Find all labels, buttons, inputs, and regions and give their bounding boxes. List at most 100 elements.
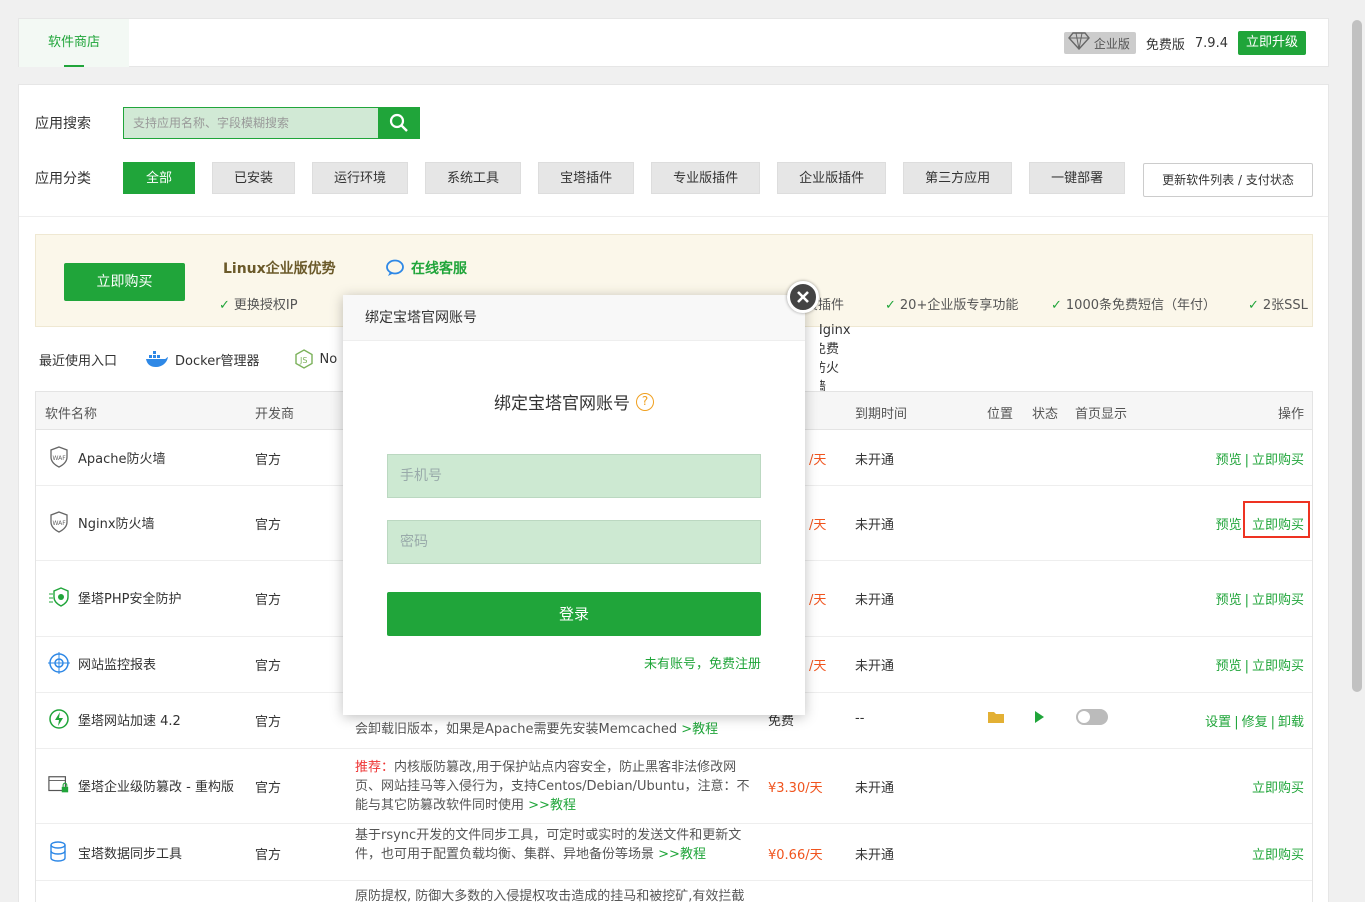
category-all[interactable]: 全部 — [123, 162, 196, 194]
enterprise-badge[interactable]: 企业版 — [1063, 32, 1136, 54]
tutorial-link[interactable]: >>教程 — [528, 798, 576, 813]
category-tabs: 全部 已安装 运行环境 系统工具 宝塔插件 专业版插件 企业版插件 第三方应用 … — [123, 162, 1142, 194]
repair-link[interactable]: 修复 — [1242, 715, 1268, 730]
nodejs-icon: JS — [294, 349, 313, 369]
uninstall-link[interactable]: 卸载 — [1278, 715, 1304, 730]
recent-entries: 最近使用入口 Docker管理器 JS No Nginx免费防火墙 — [39, 323, 851, 395]
price: /天 — [809, 593, 827, 608]
row-actions: 设置 | 修复 | 卸载 — [1205, 715, 1304, 730]
search-button[interactable] — [378, 107, 420, 139]
search-input[interactable]: 支持应用名称、字段模糊搜索 — [123, 107, 378, 139]
preview-link[interactable]: 预览 — [1216, 659, 1242, 674]
recent-item-nginx-free-firewall[interactable]: Nginx免费防火墙 — [820, 323, 851, 395]
tutorial-link[interactable]: >>教程 — [658, 847, 706, 862]
upgrade-button[interactable]: 立即升级 — [1237, 31, 1306, 55]
close-button[interactable] — [787, 281, 819, 313]
expire-time: 未开通 — [855, 518, 895, 533]
category-pro-plugins[interactable]: 专业版插件 — [651, 162, 761, 194]
recent-item-docker[interactable]: Docker管理器 — [145, 350, 260, 369]
category-bt-plugins[interactable]: 宝塔插件 — [538, 162, 635, 194]
tutorial-link[interactable]: >教程 — [681, 722, 718, 737]
table-row: 原防提权, 防御大多数的入侵提权攻击造成的挂马和被挖矿,有效拦截 — [36, 881, 1312, 902]
password-input[interactable]: 密码 — [387, 520, 761, 564]
header-status: 状态 — [1032, 407, 1059, 422]
buy-link[interactable]: 立即购买 — [1252, 659, 1304, 674]
category-one-click-deploy[interactable]: 一键部署 — [1029, 162, 1126, 194]
check-icon: ✓ — [219, 298, 230, 313]
header-actions: 操作 — [1277, 407, 1304, 422]
tab-software-store[interactable]: 软件商店 — [19, 19, 129, 67]
home-display-toggle[interactable] — [1076, 709, 1108, 725]
docker-icon — [146, 351, 169, 367]
folder-icon[interactable] — [987, 709, 1005, 729]
web-lock-icon — [48, 774, 70, 796]
chat-icon — [386, 259, 404, 276]
settings-link[interactable]: 设置 — [1205, 715, 1231, 730]
scrollbar[interactable] — [1349, 0, 1365, 902]
waf-shield-icon: WAF — [48, 446, 70, 468]
lightning-icon — [48, 708, 70, 730]
expire-time: 未开通 — [855, 593, 895, 608]
developer: 官方 — [255, 781, 282, 796]
row-actions: 立即购买 — [1252, 844, 1304, 863]
software-name: 堡塔网站加速 4.2 — [78, 713, 181, 729]
preview-link[interactable]: 预览 — [1216, 593, 1242, 608]
header-home-display: 首页显示 — [1075, 407, 1128, 422]
search-label: 应用搜索 — [35, 116, 91, 132]
developer: 官方 — [255, 848, 282, 863]
preview-link[interactable]: 预览 — [1216, 453, 1242, 468]
header-expire: 到期时间 — [855, 407, 908, 422]
buy-link[interactable]: 立即购买 — [1252, 453, 1304, 468]
phone-input[interactable]: 手机号 — [387, 454, 761, 498]
software-name: 堡塔PHP安全防护 — [78, 591, 182, 607]
row-actions: 预览|立即购买 — [1215, 453, 1304, 468]
online-service-label: 在线客服 — [411, 261, 467, 277]
description: 基于rsync开发的文件同步工具，可定时或实时的发送文件和更新文件，也可用于配置… — [355, 828, 742, 862]
svg-text:WAF: WAF — [53, 455, 67, 462]
toggle-knob — [1078, 711, 1090, 723]
expire-time: 未开通 — [855, 453, 895, 468]
buy-link[interactable]: 立即购买 — [1252, 781, 1304, 796]
buy-now-button[interactable]: 立即购买 — [64, 263, 185, 301]
category-installed[interactable]: 已安装 — [212, 162, 296, 194]
software-name: Nginx防火墙 — [78, 516, 155, 532]
category-runtime[interactable]: 运行环境 — [312, 162, 409, 194]
scrollbar-thumb[interactable] — [1352, 20, 1362, 692]
search-icon — [389, 113, 408, 132]
preview-link[interactable]: 预览 — [1216, 518, 1242, 533]
category-system-tools[interactable]: 系统工具 — [425, 162, 522, 194]
modal-title: 绑定宝塔官网账号 ? — [343, 389, 805, 414]
price: ¥3.30/天 — [768, 781, 823, 796]
login-button[interactable]: 登录 — [387, 592, 761, 636]
category-row: 应用分类 全部 已安装 运行环境 系统工具 宝塔插件 专业版插件 企业版插件 第… — [35, 162, 1142, 194]
price: ¥0.66/天 — [768, 848, 823, 863]
version-area: 企业版 免费版 7.9.4 立即升级 — [1063, 30, 1306, 56]
feature-item: ✓ 更换授权IP — [219, 298, 298, 313]
check-icon: ✓ — [1051, 298, 1062, 313]
category-enterprise-plugins[interactable]: 企业版插件 — [777, 162, 887, 194]
category-label: 应用分类 — [35, 171, 91, 187]
online-service-link[interactable]: 在线客服 — [385, 258, 467, 278]
table-row: 宝塔数据同步工具 官方 基于rsync开发的文件同步工具，可定时或实时的发送文件… — [36, 824, 1312, 881]
buy-link[interactable]: 立即购买 — [1252, 593, 1304, 608]
software-name: Apache防火墙 — [78, 451, 166, 467]
expire-time: 未开通 — [855, 848, 895, 863]
modal-header: 绑定宝塔官网账号 — [343, 295, 805, 341]
buy-link[interactable]: 立即购买 — [1252, 848, 1304, 863]
feature-item: ✓ 20+企业版专享功能 — [885, 298, 1019, 313]
developer: 官方 — [255, 518, 282, 533]
header-location: 位置 — [987, 407, 1014, 422]
help-icon[interactable]: ? — [636, 392, 654, 411]
play-icon[interactable] — [1032, 709, 1046, 729]
category-third-party[interactable]: 第三方应用 — [903, 162, 1013, 194]
price: /天 — [809, 659, 827, 674]
refresh-list-button[interactable]: 更新软件列表 / 支付状态 — [1143, 163, 1313, 197]
developer: 官方 — [255, 715, 282, 730]
price: /天 — [809, 518, 827, 533]
register-link[interactable]: 未有账号，免费注册 — [644, 653, 761, 672]
version-label: 免费版 — [1145, 37, 1185, 53]
recent-item-node[interactable]: JS No — [294, 349, 337, 369]
software-name: 堡塔企业级防篡改 - 重构版 — [78, 779, 234, 795]
developer: 官方 — [255, 453, 282, 468]
check-icon: ✓ — [1248, 298, 1259, 313]
